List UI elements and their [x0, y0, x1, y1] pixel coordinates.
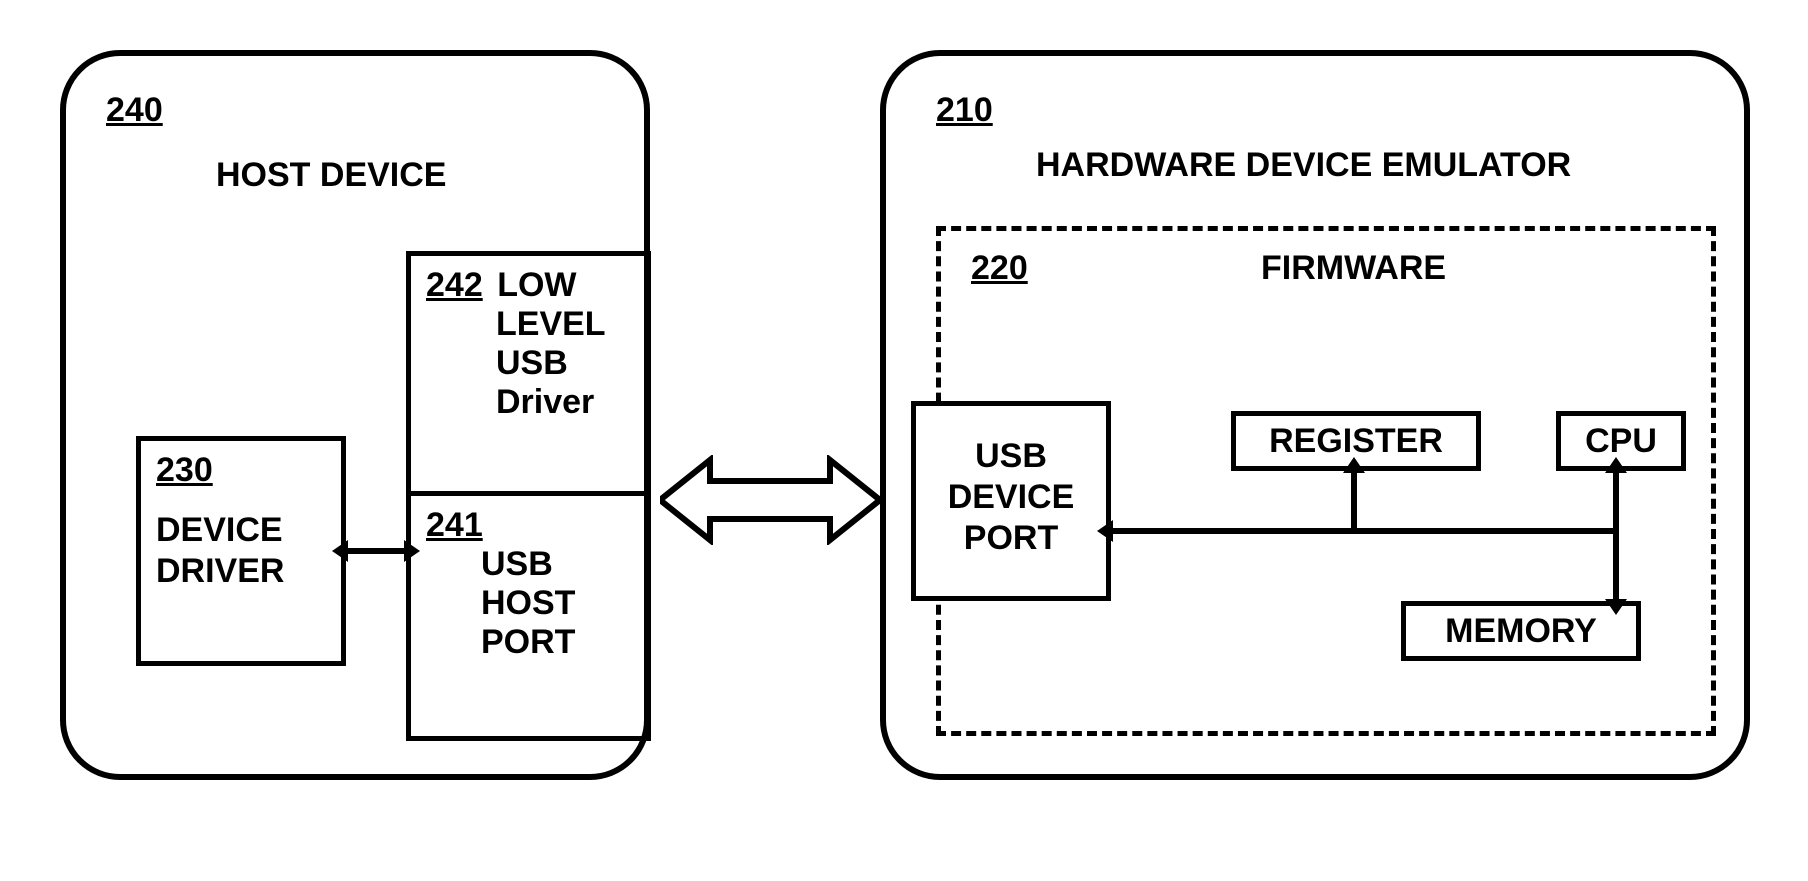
emulator-container: 210 HARDWARE DEVICE EMULATOR 220 FIRMWAR…	[880, 50, 1750, 780]
usb-host-port-l2: HOST	[481, 584, 575, 623]
cpu-memory-arrow	[1613, 471, 1619, 601]
low-level-ref: 242	[426, 266, 483, 304]
usb-host-port-block: 241 USB HOST PORT	[406, 491, 651, 741]
usb-device-port-l3: PORT	[964, 519, 1058, 557]
arrow-driver-to-port	[346, 548, 406, 554]
usb-device-port-block: USB DEVICE PORT	[911, 401, 1111, 601]
low-level-l3: USB	[496, 344, 568, 383]
device-driver-block: 230 DEVICE DRIVER	[136, 436, 346, 666]
low-level-usb-driver-block: 242 LOW LEVEL USB Driver	[406, 251, 651, 496]
usb-device-port-l1: USB	[975, 437, 1047, 475]
bidirectional-arrow-icon	[660, 455, 880, 545]
register-arrow	[1351, 471, 1357, 531]
low-level-l4: Driver	[496, 383, 594, 422]
usb-host-port-ref: 241	[426, 506, 483, 544]
firmware-title: FIRMWARE	[1261, 249, 1446, 288]
low-level-l2: LEVEL	[496, 305, 606, 344]
device-driver-line1: DEVICE	[156, 510, 326, 551]
firmware-ref: 220	[971, 249, 1028, 288]
host-device-container: 240 HOST DEVICE 230 DEVICE DRIVER 242 LO…	[60, 50, 650, 780]
usb-host-port-l3: PORT	[481, 623, 575, 662]
low-level-l1: LOW	[497, 266, 576, 304]
emulator-title: HARDWARE DEVICE EMULATOR	[1036, 146, 1571, 185]
emulator-ref-number: 210	[936, 91, 993, 130]
device-driver-ref: 230	[156, 451, 326, 490]
usb-host-port-l1: USB	[481, 545, 553, 584]
host-title: HOST DEVICE	[216, 156, 446, 195]
bus-line	[1111, 528, 1616, 534]
diagram-root: 240 HOST DEVICE 230 DEVICE DRIVER 242 LO…	[0, 0, 1808, 881]
usb-device-port-l2: DEVICE	[948, 478, 1075, 516]
host-ref-number: 240	[106, 91, 163, 130]
device-driver-line2: DRIVER	[156, 551, 326, 592]
firmware-container: 220 FIRMWARE USB DEVICE PORT REGISTER CP…	[936, 226, 1716, 736]
